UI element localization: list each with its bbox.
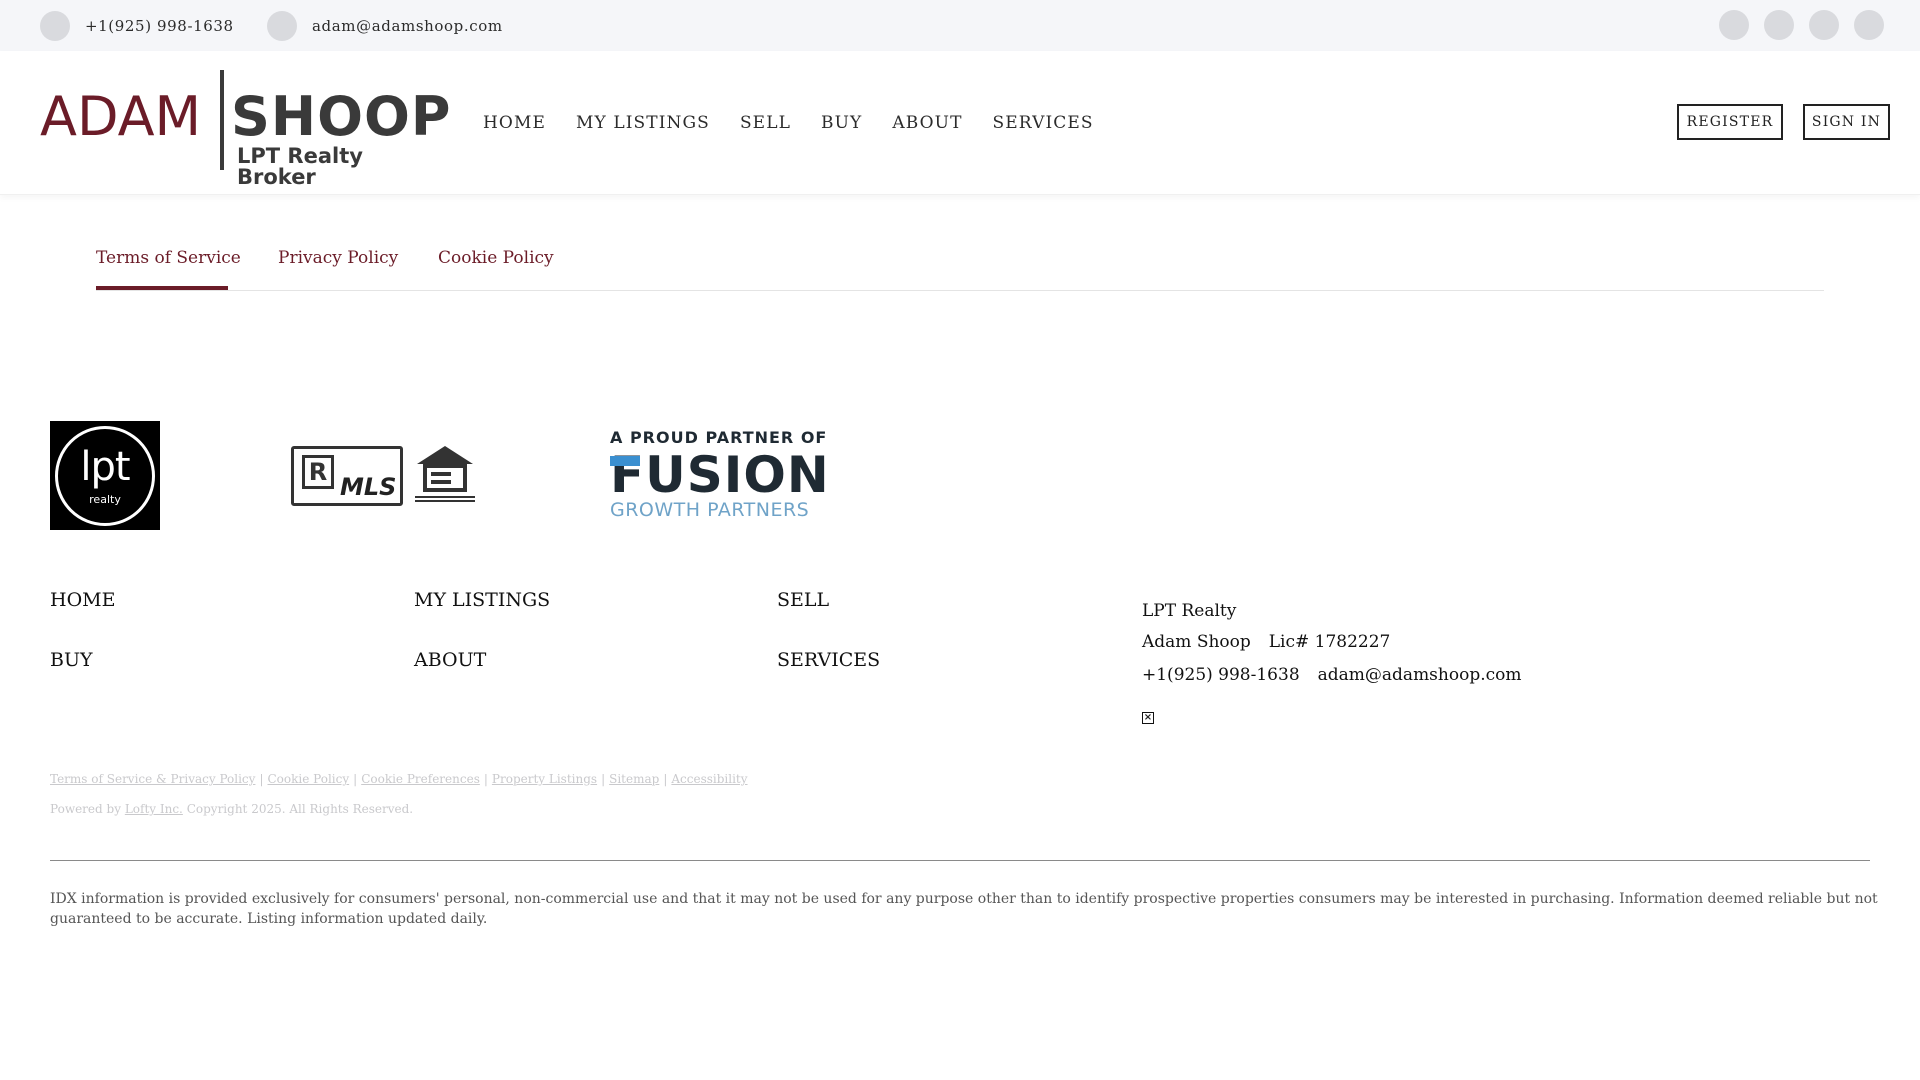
topbar-phone-text[interactable]: +1(925) 998-1638 [85, 17, 234, 35]
register-button[interactable]: REGISTER [1677, 104, 1783, 140]
lpt-realty-logo: lpt realty [50, 421, 160, 530]
email-icon [267, 10, 297, 41]
active-tab-indicator [96, 286, 228, 290]
realtor-r-icon: R [302, 455, 334, 489]
nav-services[interactable]: SERVICES [993, 113, 1094, 133]
nav-buy[interactable]: BUY [821, 113, 862, 133]
equal-housing-icon [415, 446, 475, 506]
legal-link-cookie-preferences[interactable]: Cookie Preferences [361, 772, 480, 786]
footer-phone[interactable]: +1(925) 998-1638 [1142, 665, 1300, 685]
footer-divider [50, 860, 1870, 861]
tab-cookie-policy[interactable]: Cookie Policy [438, 248, 554, 268]
phone-icon [40, 10, 70, 41]
footer-nav-my-listings[interactable]: MY LISTINGS [414, 589, 550, 611]
fusion-line2-wrap: FUSION [610, 449, 840, 501]
broken-image-icon: × [1142, 712, 1154, 724]
nav-about[interactable]: ABOUT [892, 113, 962, 133]
footer-company: LPT Realty [1142, 601, 1237, 621]
site-logo[interactable]: ADAM SHOOP LPT Realty Broker [40, 70, 450, 188]
mls-text: MLS [340, 473, 397, 501]
topbar-phone[interactable]: +1(925) 998-1638 [40, 0, 234, 51]
fusion-stripe [610, 456, 640, 466]
social-links [1719, 10, 1884, 40]
main-nav: HOME MY LISTINGS SELL BUY ABOUT SERVICES [483, 51, 1094, 195]
footer-email[interactable]: adam@adamshoop.com [1318, 665, 1522, 685]
lpt-logo-text: lpt [80, 443, 130, 490]
social-icon-2[interactable] [1764, 10, 1794, 40]
logo-adam: ADAM [40, 85, 202, 148]
logo-shoop: SHOOP [231, 85, 452, 148]
legal-link-cookie-policy[interactable]: Cookie Policy [267, 772, 349, 786]
fusion-line1: A PROUD PARTNER OF [610, 428, 828, 447]
fusion-line2: FUSION [610, 446, 830, 504]
nav-sell[interactable]: SELL [740, 113, 791, 133]
lpt-logo-subtext: realty [89, 492, 121, 506]
nav-my-listings[interactable]: MY LISTINGS [576, 113, 710, 133]
powered-by-link[interactable]: Lofty Inc. [125, 802, 183, 816]
tab-terms-of-service[interactable]: Terms of Service [96, 248, 241, 268]
legal-link-accessibility[interactable]: Accessibility [671, 772, 747, 786]
footer-license: Lic# 1782227 [1268, 632, 1391, 652]
site-header: ADAM SHOOP LPT Realty Broker HOME MY LIS… [0, 51, 1920, 195]
legal-link-terms[interactable]: Terms of Service & Privacy Policy [50, 772, 255, 786]
topbar-email[interactable]: adam@adamshoop.com [267, 0, 503, 51]
tab-privacy-policy[interactable]: Privacy Policy [278, 248, 398, 268]
social-icon-4[interactable] [1854, 10, 1884, 40]
logo-tagline: LPT Realty Broker [237, 144, 363, 189]
footer-nav-buy[interactable]: BUY [50, 649, 93, 671]
social-icon-3[interactable] [1809, 10, 1839, 40]
footer-nav-home[interactable]: HOME [50, 589, 115, 611]
idx-disclaimer: IDX information is provided exclusively … [50, 891, 1878, 927]
footer-contact-line: +1(925) 998-1638 adam@adamshoop.com [1142, 665, 1522, 685]
mls-equal-housing-logo: R MLS [291, 446, 476, 506]
footer-agent-line: Adam Shoop Lic# 1782227 [1142, 632, 1390, 652]
powered-by: Powered by Lofty Inc. Copyright 2025. Al… [50, 802, 413, 816]
policy-tabs: Terms of Service Privacy Policy Cookie P… [96, 230, 1824, 291]
topbar-email-text[interactable]: adam@adamshoop.com [312, 17, 503, 35]
lpt-logo-ring: lpt realty [55, 425, 155, 526]
legal-links: Terms of Service & Privacy Policy | Cookie… [50, 772, 748, 786]
legal-link-sitemap[interactable]: Sitemap [609, 772, 659, 786]
realtor-mls-badge: R MLS [291, 446, 403, 506]
footer-nav-about[interactable]: ABOUT [414, 649, 486, 671]
footer-nav-sell[interactable]: SELL [777, 589, 829, 611]
footer-nav-services[interactable]: SERVICES [777, 649, 880, 671]
nav-home[interactable]: HOME [483, 113, 546, 133]
top-contact-bar: +1(925) 998-1638 adam@adamshoop.com [0, 0, 1920, 51]
fusion-partner-logo: A PROUD PARTNER OF FUSION GROWTH PARTNER… [610, 428, 840, 528]
social-icon-1[interactable] [1719, 10, 1749, 40]
copyright-text: Copyright 2025. All Rights Reserved. [186, 802, 414, 816]
footer-agent-name: Adam Shoop [1142, 632, 1251, 652]
sign-in-button[interactable]: SIGN IN [1803, 104, 1890, 140]
powered-prefix: Powered by [50, 802, 121, 816]
legal-link-property-listings[interactable]: Property Listings [492, 772, 597, 786]
logo-divider [220, 70, 224, 170]
